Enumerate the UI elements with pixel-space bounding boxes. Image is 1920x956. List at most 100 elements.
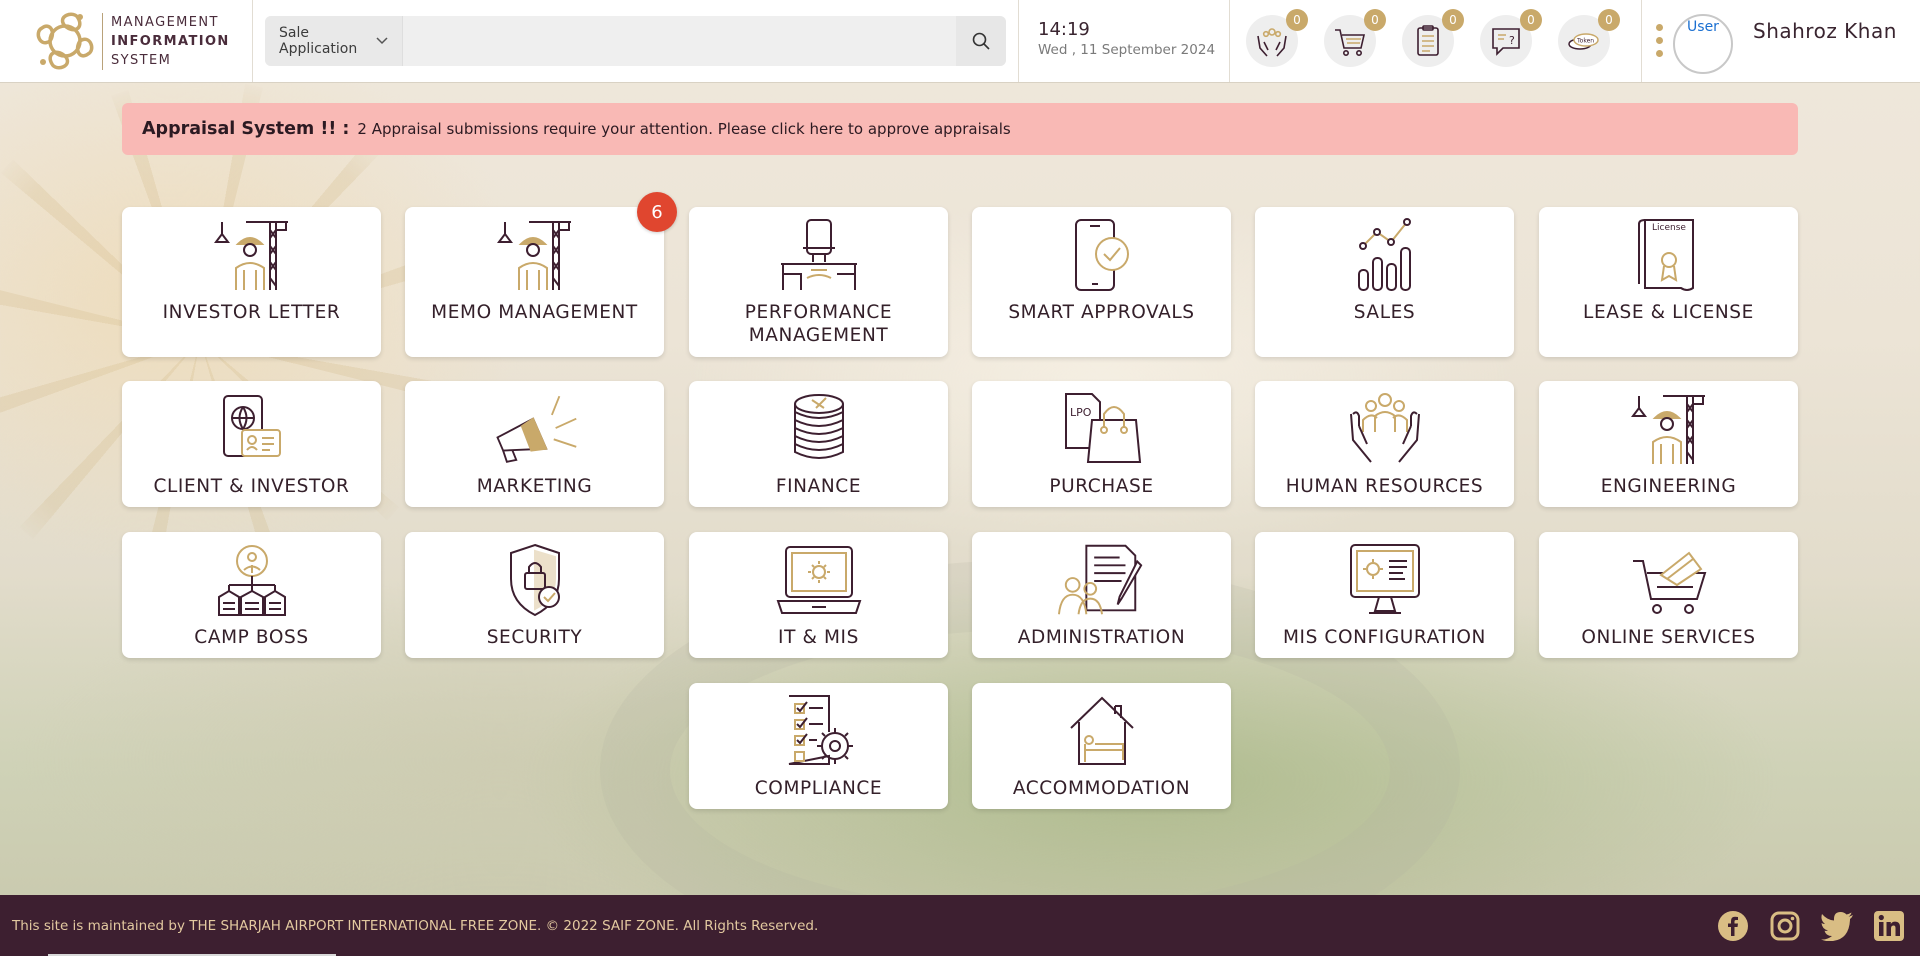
search-box: Sale Application xyxy=(265,16,1006,66)
tile-smart-approvals[interactable]: SMART APPROVALS xyxy=(972,207,1231,357)
search-area: Sale Application xyxy=(253,0,1019,82)
chevron-down-icon xyxy=(376,35,388,48)
tile-it-mis[interactable]: IT & MIS xyxy=(689,532,948,658)
license-document-icon: License xyxy=(1637,219,1694,291)
cart-card-icon xyxy=(1632,551,1706,614)
tile-memo-management[interactable]: MEMO MANAGEMENT xyxy=(405,207,664,357)
search-input[interactable] xyxy=(403,16,956,66)
tile-online-services[interactable]: ONLINE SERVICES xyxy=(1539,532,1798,658)
notif-chat-button[interactable]: ? 0 xyxy=(1480,9,1542,67)
laptop-gear-icon xyxy=(776,546,861,614)
notif-token-button[interactable]: Token 0 xyxy=(1558,9,1620,67)
footer: This site is maintained by THE SHARJAH A… xyxy=(0,895,1920,956)
tile-investor-letter[interactable]: INVESTOR LETTER xyxy=(122,207,381,357)
avatar[interactable]: User xyxy=(1673,14,1733,74)
tile-label: ADMINISTRATION xyxy=(1017,627,1186,648)
camp-buildings-icon xyxy=(217,545,286,616)
notif-count: 0 xyxy=(1286,9,1308,31)
alert-message: 2 Appraisal submissions require your att… xyxy=(357,120,1011,138)
search-icon xyxy=(972,32,990,50)
tile-label: SMART APPROVALS xyxy=(1008,302,1195,323)
token-coins-icon: Token xyxy=(1568,33,1599,50)
tile-label: CAMP BOSS xyxy=(194,627,309,648)
tile-label: MIS CONFIGURATION xyxy=(1282,627,1486,648)
svg-text:Token: Token xyxy=(1576,38,1594,45)
notif-count: 0 xyxy=(1442,9,1464,31)
shield-lock-icon xyxy=(509,543,560,617)
tile-label: LEASE & LICENSE xyxy=(1583,302,1754,323)
twitter-icon[interactable] xyxy=(1819,908,1854,943)
tile-label: INVESTOR LETTER xyxy=(162,302,341,323)
lpo-shopping-bag-icon: LPO xyxy=(1064,393,1141,463)
logo-line-1: MANAGEMENT xyxy=(111,14,219,30)
footer-copyright: This site is maintained by THE SHARJAH A… xyxy=(12,917,819,934)
facebook-icon[interactable] xyxy=(1715,908,1750,943)
tile-client-investor[interactable]: CLIENT & INVESTOR xyxy=(122,381,381,507)
tile-label: PERFORMANCE MANAGEMENT xyxy=(744,302,893,346)
notif-count: 0 xyxy=(1520,9,1542,31)
application-select[interactable]: Sale Application xyxy=(265,16,403,66)
instagram-icon[interactable] xyxy=(1767,908,1802,943)
tile-label: MEMO MANAGEMENT xyxy=(431,302,638,323)
bar-chart-trend-icon xyxy=(1357,218,1411,291)
tile-security[interactable]: SECURITY xyxy=(405,532,664,658)
tile-engineering[interactable]: ENGINEERING xyxy=(1539,381,1798,507)
house-bed-icon xyxy=(1069,696,1134,765)
tile-camp-boss[interactable]: CAMP BOSS xyxy=(122,532,381,658)
tile-label: IT & MIS xyxy=(778,627,859,648)
clock-time: 14:19 xyxy=(1038,19,1090,40)
notif-cart-button[interactable]: 0 xyxy=(1324,9,1386,67)
coin-stack-icon xyxy=(793,394,844,459)
clipboard-list-icon xyxy=(1417,25,1439,56)
linkedin-icon[interactable] xyxy=(1871,908,1906,943)
user-area: User Shahroz Khan xyxy=(1642,0,1920,82)
monitor-gear-icon xyxy=(1349,544,1420,614)
notif-count: 0 xyxy=(1598,9,1620,31)
checklist-gear-icon xyxy=(788,695,853,765)
kebab-menu-icon[interactable] xyxy=(1656,24,1663,57)
people-document-icon xyxy=(1057,544,1142,615)
tile-label: ONLINE SERVICES xyxy=(1581,627,1756,648)
notification-bar: 0 0 0 ? 0 Token 0 xyxy=(1230,0,1642,82)
tile-label: SALES xyxy=(1353,302,1416,323)
chat-question-icon: ? xyxy=(1492,28,1520,56)
tile-sales[interactable]: SALES xyxy=(1255,207,1514,357)
clock: 14:19 Wed , 11 September 2024 xyxy=(1019,0,1230,82)
search-button[interactable] xyxy=(956,16,1006,66)
logo[interactable]: MANAGEMENT INFORMATION SYSTEM xyxy=(0,0,253,82)
tile-administration[interactable]: ADMINISTRATION xyxy=(972,532,1231,658)
clock-date: Wed , 11 September 2024 xyxy=(1038,42,1216,58)
tile-purchase[interactable]: LPO PURCHASE xyxy=(972,381,1231,507)
svg-text:?: ? xyxy=(1509,34,1515,47)
tile-finance[interactable]: FINANCE xyxy=(689,381,948,507)
social-links xyxy=(1715,908,1906,943)
tile-marketing[interactable]: MARKETING xyxy=(405,381,664,507)
tile-performance-management[interactable]: PERFORMANCE MANAGEMENT xyxy=(689,207,948,357)
tile-label: CLIENT & INVESTOR xyxy=(153,476,350,497)
people-in-hands-icon xyxy=(1349,393,1420,463)
tile-label: MARKETING xyxy=(476,476,593,497)
memo-count-badge: 6 xyxy=(637,192,677,232)
tile-compliance[interactable]: COMPLIANCE xyxy=(689,683,948,809)
saif-logo-icon xyxy=(36,12,94,70)
hands-people-icon xyxy=(1257,28,1287,57)
tile-label: HUMAN RESOURCES xyxy=(1285,476,1484,497)
shopping-cart-icon xyxy=(1335,29,1366,56)
appraisal-alert[interactable]: Appraisal System !! : 2 Appraisal submis… xyxy=(122,103,1798,155)
notif-clipboard-button[interactable]: 0 xyxy=(1402,9,1464,67)
tile-accommodation[interactable]: ACCOMMODATION xyxy=(972,683,1231,809)
tile-label: PURCHASE xyxy=(1049,476,1154,497)
passport-id-card-icon xyxy=(222,395,281,457)
tile-lease-license[interactable]: License LEASE & LICENSE xyxy=(1539,207,1798,357)
notif-count: 0 xyxy=(1364,9,1386,31)
alert-title: Appraisal System !! : xyxy=(142,119,350,139)
tile-label: FINANCE xyxy=(775,476,862,497)
tile-human-resources[interactable]: HUMAN RESOURCES xyxy=(1255,381,1514,507)
notif-hands-button[interactable]: 0 xyxy=(1246,9,1308,67)
megaphone-icon xyxy=(495,395,577,463)
tile-label: COMPLIANCE xyxy=(754,778,883,799)
user-name[interactable]: Shahroz Khan xyxy=(1753,19,1897,43)
tile-label: ENGINEERING xyxy=(1600,476,1737,497)
tile-mis-configuration[interactable]: MIS CONFIGURATION xyxy=(1255,532,1514,658)
svg-text:License: License xyxy=(1652,223,1686,233)
